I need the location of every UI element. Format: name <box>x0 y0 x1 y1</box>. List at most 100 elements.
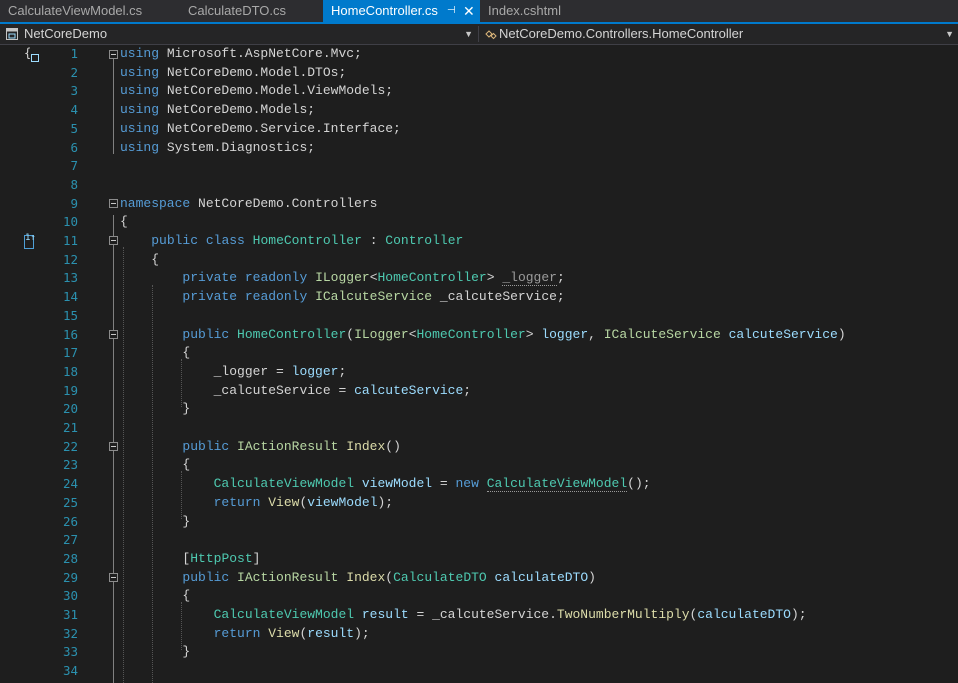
line-number: 18 <box>62 363 78 379</box>
operator: = <box>330 382 355 398</box>
identifier: NetCoreDemo.Model.ViewModels; <box>159 83 394 99</box>
code-line: 30 { <box>0 587 958 606</box>
punctuation: > <box>525 326 534 342</box>
punctuation: , <box>588 326 604 342</box>
parameter-name: calculateDTO <box>486 569 589 585</box>
code-line: 17 { <box>0 344 958 363</box>
chevron-down-icon: ▼ <box>464 29 473 39</box>
brace: { <box>182 588 191 604</box>
local-variable: result <box>354 607 409 622</box>
close-icon[interactable]: ✕ <box>463 0 475 22</box>
class-icon <box>485 30 497 40</box>
code-line: 23 { <box>0 456 958 475</box>
field-name: _calcuteService <box>213 382 331 398</box>
identifier: System.Diagnostics; <box>159 139 316 155</box>
unused-field-name: _logger <box>502 270 557 287</box>
code-line: 8 <box>0 176 958 195</box>
code-text: _logger = logger; <box>120 363 347 382</box>
code-text: CalculateViewModel result = _calcuteServ… <box>120 606 807 625</box>
local-variable: viewModel <box>354 476 433 492</box>
pin-icon[interactable]: ⊣ <box>447 0 456 22</box>
code-line: 31 CalculateViewModel result = _calcuteS… <box>0 606 958 625</box>
code-line: 25 return View(viewModel); <box>0 494 958 513</box>
line-number: 14 <box>62 289 78 305</box>
code-line: 27 <box>0 531 958 550</box>
code-line: 12 { <box>0 251 958 270</box>
keyword: new <box>455 476 479 492</box>
line-number: 10 <box>62 214 78 230</box>
keyword: using <box>120 139 160 155</box>
parameter-name: calculateDTO <box>697 607 791 622</box>
line-number: 19 <box>62 382 78 398</box>
method-name: Index <box>346 569 386 585</box>
tab-index-cshtml[interactable]: Index.cshtml <box>480 0 598 22</box>
keyword: public <box>151 233 199 248</box>
code-line: 26 } <box>0 513 958 532</box>
identifier: NetCoreDemo.Models; <box>159 102 316 118</box>
line-number: 25 <box>62 494 78 510</box>
keyword: readonly <box>244 289 308 305</box>
code-text: private readonly ICalcuteService _calcut… <box>120 288 564 307</box>
tab-homecontroller[interactable]: HomeController.cs ⊣ ✕ <box>323 0 480 22</box>
class-name: CalculateViewModel <box>486 476 628 493</box>
keyword: public <box>182 438 230 454</box>
line-number: 21 <box>62 420 78 435</box>
code-line: 10 { <box>0 213 958 232</box>
parameter-name: logger <box>533 326 589 342</box>
code-editor[interactable]: { 1↑ 1 using Microsoft.AspNetCore.Mvc; 2… <box>0 45 958 683</box>
code-text: using NetCoreDemo.Models; <box>120 101 315 120</box>
keyword: public <box>182 569 230 585</box>
code-line: 15 <box>0 307 958 326</box>
local-variable: result <box>307 625 355 641</box>
type-dropdown[interactable]: NetCoreDemo.Controllers.HomeController ▼ <box>479 25 958 43</box>
interface-name: ILogger <box>315 270 370 286</box>
parameter-name: calcuteService <box>354 382 464 398</box>
line-number: 30 <box>62 588 78 604</box>
line-number: 15 <box>62 307 78 323</box>
identifier: Microsoft.AspNetCore.Mvc; <box>159 46 362 61</box>
line-number: 20 <box>62 401 78 417</box>
method-name: View <box>268 494 300 510</box>
line-number: 9 <box>70 195 78 211</box>
method-name: Index <box>346 438 386 454</box>
line-number: 32 <box>62 625 78 641</box>
code-line: 1 using Microsoft.AspNetCore.Mvc; <box>0 45 958 64</box>
brace: { <box>120 214 128 230</box>
code-text: } <box>120 513 190 532</box>
code-line: 5 using NetCoreDemo.Service.Interface; <box>0 120 958 139</box>
keyword: using <box>120 83 160 99</box>
code-text: CalculateViewModel viewModel = new Calcu… <box>120 475 651 494</box>
punctuation: ; <box>556 270 565 286</box>
code-text: private readonly ILogger<HomeController>… <box>120 269 565 288</box>
tab-calculateviewmodel[interactable]: CalculateViewModel.cs <box>0 0 180 22</box>
code-text: { <box>120 587 190 606</box>
code-text: _calcuteService = calcuteService; <box>120 382 471 401</box>
punctuation: < <box>369 270 378 286</box>
code-line: 34 <box>0 662 958 681</box>
tab-calculatedto[interactable]: CalculateDTO.cs <box>180 0 323 22</box>
operator: = <box>432 476 456 492</box>
interface-name: IActionResult <box>237 569 339 585</box>
punctuation: ) <box>588 569 596 585</box>
punctuation: () <box>385 438 401 454</box>
brace: } <box>182 401 191 417</box>
parameter-name: logger <box>291 363 339 379</box>
project-dropdown[interactable]: NetCoreDemo ▼ <box>0 25 477 43</box>
punctuation: ( <box>385 569 394 585</box>
chevron-down-icon: ▼ <box>945 29 954 39</box>
code-line: 21 <box>0 419 958 438</box>
keyword: using <box>120 102 160 118</box>
punctuation: ); <box>790 607 807 622</box>
class-name: HomeController <box>377 270 487 286</box>
brace: { <box>182 345 191 361</box>
brace: { <box>182 457 191 473</box>
code-line: 24 CalculateViewModel viewModel = new Ca… <box>0 475 958 494</box>
line-number: 11 <box>62 233 78 248</box>
line-number: 12 <box>62 251 78 267</box>
project-name: NetCoreDemo <box>24 26 108 41</box>
keyword: using <box>120 120 160 136</box>
code-line: 19 _calcuteService = calcuteService; <box>0 382 958 401</box>
code-line: 28 [HttpPost] <box>0 550 958 569</box>
punctuation: ) <box>837 326 846 342</box>
code-text: public HomeController(ILogger<HomeContro… <box>120 326 846 345</box>
